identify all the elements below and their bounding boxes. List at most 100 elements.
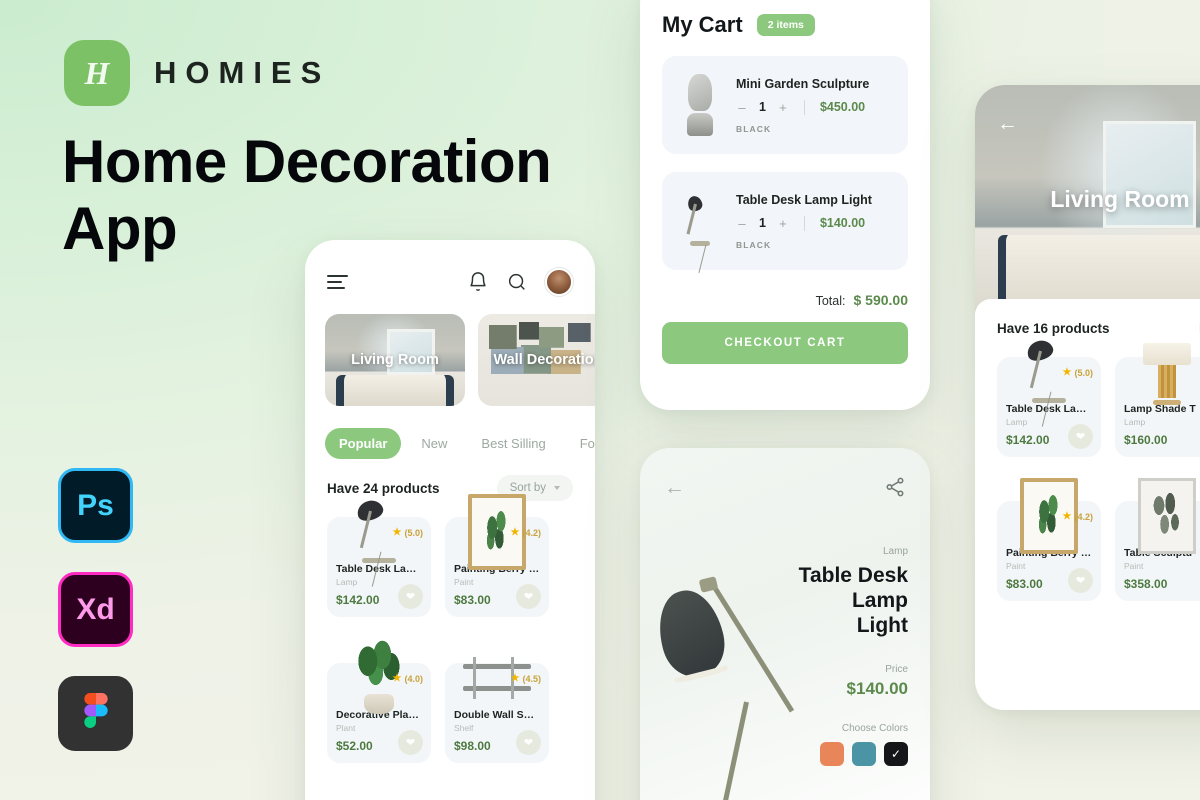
total-label: Total:: [815, 294, 846, 308]
decrease-quantity-button[interactable]: –: [736, 216, 748, 231]
avatar[interactable]: [545, 268, 573, 296]
chevron-down-icon: [554, 486, 560, 490]
detail-info-panel: Lamp Table Desk Lamp Light Price $140.00…: [796, 546, 908, 767]
product-category: Lamp: [882, 546, 908, 557]
star-icon: ★: [510, 527, 520, 538]
checkout-cart-button[interactable]: CHECKOUT CART: [662, 322, 908, 364]
cart-item-color: BLACK: [736, 239, 772, 250]
tool-badges: Ps Xd: [58, 468, 133, 751]
brand-logo-icon: H: [64, 40, 130, 106]
product-card[interactable]: Lamp Shade T Lamp $160.00: [1115, 342, 1200, 457]
cart-items-badge: 2 items: [756, 14, 815, 36]
color-swatches[interactable]: ✓: [796, 742, 908, 767]
cart-item-color: BLACK: [736, 123, 772, 134]
phone-category-screen: ← Living Room Have 16 products Sor ★ (5.…: [975, 85, 1200, 710]
figma-icon: [58, 676, 133, 751]
rating-value: (5.0): [404, 527, 423, 538]
color-swatch-orange[interactable]: [820, 742, 844, 767]
category-sheet: Have 16 products Sor ★ (5.0) Table Desk …: [975, 299, 1200, 710]
rating-badge: ★ (4.0): [393, 673, 423, 684]
product-card[interactable]: ★ (5.0) Table Desk Lamp L... Lamp $142.0…: [327, 517, 431, 617]
phone-cart-screen: My Cart 2 items Mini Garden Sculpture – …: [640, 0, 930, 410]
rating-value: (4.2): [522, 527, 541, 538]
divider: [803, 99, 805, 115]
quantity-stepper[interactable]: – 1 + $140.00: [736, 215, 894, 231]
total-value: $ 590.00: [853, 292, 909, 308]
favorite-heart-icon[interactable]: ❤: [398, 730, 423, 755]
star-icon: ★: [392, 527, 402, 538]
rating-value: (4.2): [1074, 511, 1093, 522]
product-thumbnail: [1124, 329, 1200, 415]
home-topbar: [305, 240, 595, 296]
choose-colors-label: Choose Colors: [841, 723, 908, 735]
product-card[interactable]: ★ (4.5) Double Wall Shelf Shelf $98.00 ❤: [445, 657, 549, 763]
product-card[interactable]: ★ (4.0) Decorative Plants Plant $52.00 ❤: [327, 640, 431, 763]
favorite-heart-icon[interactable]: ❤: [398, 584, 423, 609]
product-card[interactable]: Table Sculptu Paint $358.00: [1115, 478, 1200, 601]
cart-title: My Cart: [662, 12, 743, 37]
quantity-value: 1: [759, 216, 766, 230]
figma-glyph: [83, 692, 108, 728]
category-hero: ← Living Room: [975, 85, 1200, 313]
poster-canvas: H HOMIES Home Decoration App Ps Xd Livin…: [0, 0, 1200, 800]
star-icon: ★: [510, 673, 520, 684]
category-product-grid: ★ (5.0) Table Desk Lamp L... Lamp $142.0…: [975, 341, 1200, 601]
divider: [803, 215, 805, 231]
cart-total-row: Total: $ 590.00: [640, 270, 930, 308]
category-card-living-room[interactable]: Living Room: [325, 314, 465, 406]
product-price: $140.00: [846, 679, 908, 699]
favorite-heart-icon[interactable]: ❤: [1068, 424, 1093, 449]
rating-value: (4.5): [522, 673, 541, 684]
product-card[interactable]: ★ (5.0) Table Desk Lamp L... Lamp $142.0…: [997, 357, 1101, 457]
product-price: $160.00: [1124, 433, 1168, 447]
tab-new[interactable]: New: [407, 428, 461, 459]
star-icon: ★: [392, 673, 402, 684]
price-label: Price: [885, 664, 908, 676]
tab-popular[interactable]: Popular: [325, 428, 402, 459]
product-card[interactable]: ★ (4.2) Painting Berry Plants Paint $83.…: [997, 478, 1101, 601]
arrow-left-icon[interactable]: ←: [664, 477, 685, 498]
rating-badge: ★ (5.0): [393, 527, 423, 538]
cart-line-item[interactable]: Table Desk Lamp Light – 1 + $140.00 BLAC…: [662, 172, 908, 270]
favorite-heart-icon[interactable]: ❤: [516, 730, 541, 755]
product-price: $358.00: [1124, 577, 1168, 591]
increase-quantity-button[interactable]: +: [777, 100, 789, 115]
favorite-heart-icon[interactable]: ❤: [1068, 568, 1093, 593]
tab-best-silling[interactable]: Best Silling: [467, 428, 559, 459]
color-swatch-teal[interactable]: [852, 742, 876, 767]
photoshop-icon-label: Ps: [77, 488, 114, 522]
quantity-value: 1: [759, 100, 766, 114]
quantity-stepper[interactable]: – 1 + $450.00: [736, 99, 894, 115]
hamburger-icon[interactable]: [327, 275, 348, 289]
cart-header: My Cart 2 items: [640, 0, 930, 38]
color-swatch-black-selected[interactable]: ✓: [884, 742, 908, 767]
favorite-heart-icon[interactable]: ❤: [516, 584, 541, 609]
decrease-quantity-button[interactable]: –: [736, 100, 748, 115]
product-category: Paint: [1124, 561, 1144, 571]
filter-tabs[interactable]: Popular New Best Silling Fo: [305, 406, 595, 459]
category-card-label: Wall Decoration: [493, 352, 595, 368]
search-icon[interactable]: [506, 271, 528, 293]
product-thumbnail: [1124, 473, 1200, 559]
star-icon: ★: [1062, 367, 1072, 378]
rating-badge: ★ (5.0): [1063, 367, 1093, 378]
cart-line-item[interactable]: Mini Garden Sculpture – 1 + $450.00 BLAC…: [662, 56, 908, 154]
cart-item-price: $450.00: [819, 100, 866, 114]
star-icon: ★: [1062, 511, 1072, 522]
xd-icon-label: Xd: [76, 592, 115, 626]
tab-more[interactable]: Fo: [566, 428, 595, 459]
rating-badge: ★ (4.2): [511, 527, 541, 538]
category-card-wall-decoration[interactable]: Wall Decoration: [478, 314, 595, 406]
share-icon[interactable]: [884, 476, 906, 498]
increase-quantity-button[interactable]: +: [777, 216, 789, 231]
product-hero-image: [640, 532, 804, 800]
detail-body: Lamp Table Desk Lamp Light Price $140.00…: [640, 498, 930, 800]
category-carousel[interactable]: Living Room Wall Decoration: [305, 296, 595, 406]
cart-item-name: Mini Garden Sculpture: [736, 76, 870, 91]
product-card[interactable]: ★ (4.2) Painting Berry Plants Paint $83.…: [445, 494, 549, 617]
rating-badge: ★ (4.2): [1063, 511, 1093, 522]
cart-item-thumbnail: [676, 70, 724, 140]
bell-icon[interactable]: [467, 271, 489, 293]
home-product-grid: ★ (5.0) Table Desk Lamp L... Lamp $142.0…: [305, 494, 595, 763]
cart-item-name: Table Desk Lamp Light: [736, 192, 872, 207]
